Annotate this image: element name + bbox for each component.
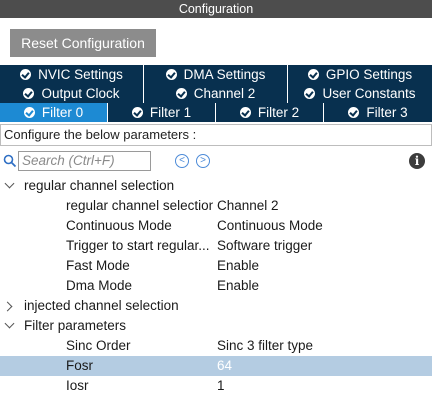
- chevron-down-icon[interactable]: [4, 178, 15, 189]
- reset-configuration-button[interactable]: Reset Configuration: [10, 29, 156, 57]
- check-circle-icon: [304, 88, 316, 99]
- search-next-icon[interactable]: >: [196, 154, 210, 168]
- check-circle-icon: [23, 107, 35, 118]
- param-row[interactable]: regular channel selection Channel 2: [0, 196, 432, 216]
- group-filter-parameters[interactable]: Filter parameters: [0, 316, 432, 336]
- tab-filter-3[interactable]: Filter 3: [324, 103, 432, 122]
- param-row[interactable]: Dma Mode Enable: [0, 276, 432, 296]
- check-circle-icon: [239, 107, 251, 118]
- chevron-down-icon[interactable]: [4, 318, 15, 329]
- tab-dma-settings[interactable]: DMA Settings: [144, 65, 288, 84]
- param-row[interactable]: Sinc Order Sinc 3 filter type: [0, 336, 432, 356]
- param-row[interactable]: Trigger to start regular... Software tri…: [0, 236, 432, 256]
- check-circle-icon: [20, 69, 32, 80]
- check-circle-icon: [175, 88, 187, 99]
- tab-row-3: Filter 0 Filter 1 Filter 2 Filter 3: [0, 103, 432, 123]
- tab-row-2: Output Clock Channel 2 User Constants: [0, 84, 432, 104]
- tab-user-constants[interactable]: User Constants: [288, 84, 432, 103]
- param-row[interactable]: Fast Mode Enable: [0, 256, 432, 276]
- tab-row-1: NVIC Settings DMA Settings GPIO Settings: [0, 65, 432, 85]
- tab-filter-1[interactable]: Filter 1: [108, 103, 216, 122]
- tab-filter-2[interactable]: Filter 2: [216, 103, 324, 122]
- info-icon[interactable]: i: [409, 153, 425, 169]
- param-row-selected[interactable]: Fosr 64: [0, 356, 432, 376]
- tab-filter-0[interactable]: Filter 0: [0, 103, 108, 122]
- tab-nvic-settings[interactable]: NVIC Settings: [0, 65, 144, 84]
- check-circle-icon: [23, 88, 35, 99]
- group-regular-channel-selection[interactable]: regular channel selection: [0, 176, 432, 196]
- check-circle-icon: [307, 69, 319, 80]
- search-input[interactable]: Search (Ctrl+F): [18, 151, 151, 171]
- tab-gpio-settings[interactable]: GPIO Settings: [288, 65, 432, 84]
- check-circle-icon: [165, 69, 177, 80]
- tab-channel-2[interactable]: Channel 2: [144, 84, 288, 103]
- window-title: Configuration: [0, 0, 432, 18]
- param-row[interactable]: Iosr 1: [0, 376, 432, 396]
- search-toolbar: Search (Ctrl+F) < > i: [0, 150, 432, 172]
- tab-output-clock[interactable]: Output Clock: [0, 84, 144, 103]
- param-row[interactable]: Continuous Mode Continuous Mode: [0, 216, 432, 236]
- check-circle-icon: [348, 107, 360, 118]
- chevron-right-icon[interactable]: [2, 301, 13, 312]
- search-icon[interactable]: [3, 154, 17, 168]
- parameters-hint: Configure the below parameters :: [0, 124, 432, 146]
- group-injected-channel-selection[interactable]: injected channel selection: [0, 296, 432, 316]
- search-previous-icon[interactable]: <: [175, 154, 189, 168]
- check-circle-icon: [131, 107, 143, 118]
